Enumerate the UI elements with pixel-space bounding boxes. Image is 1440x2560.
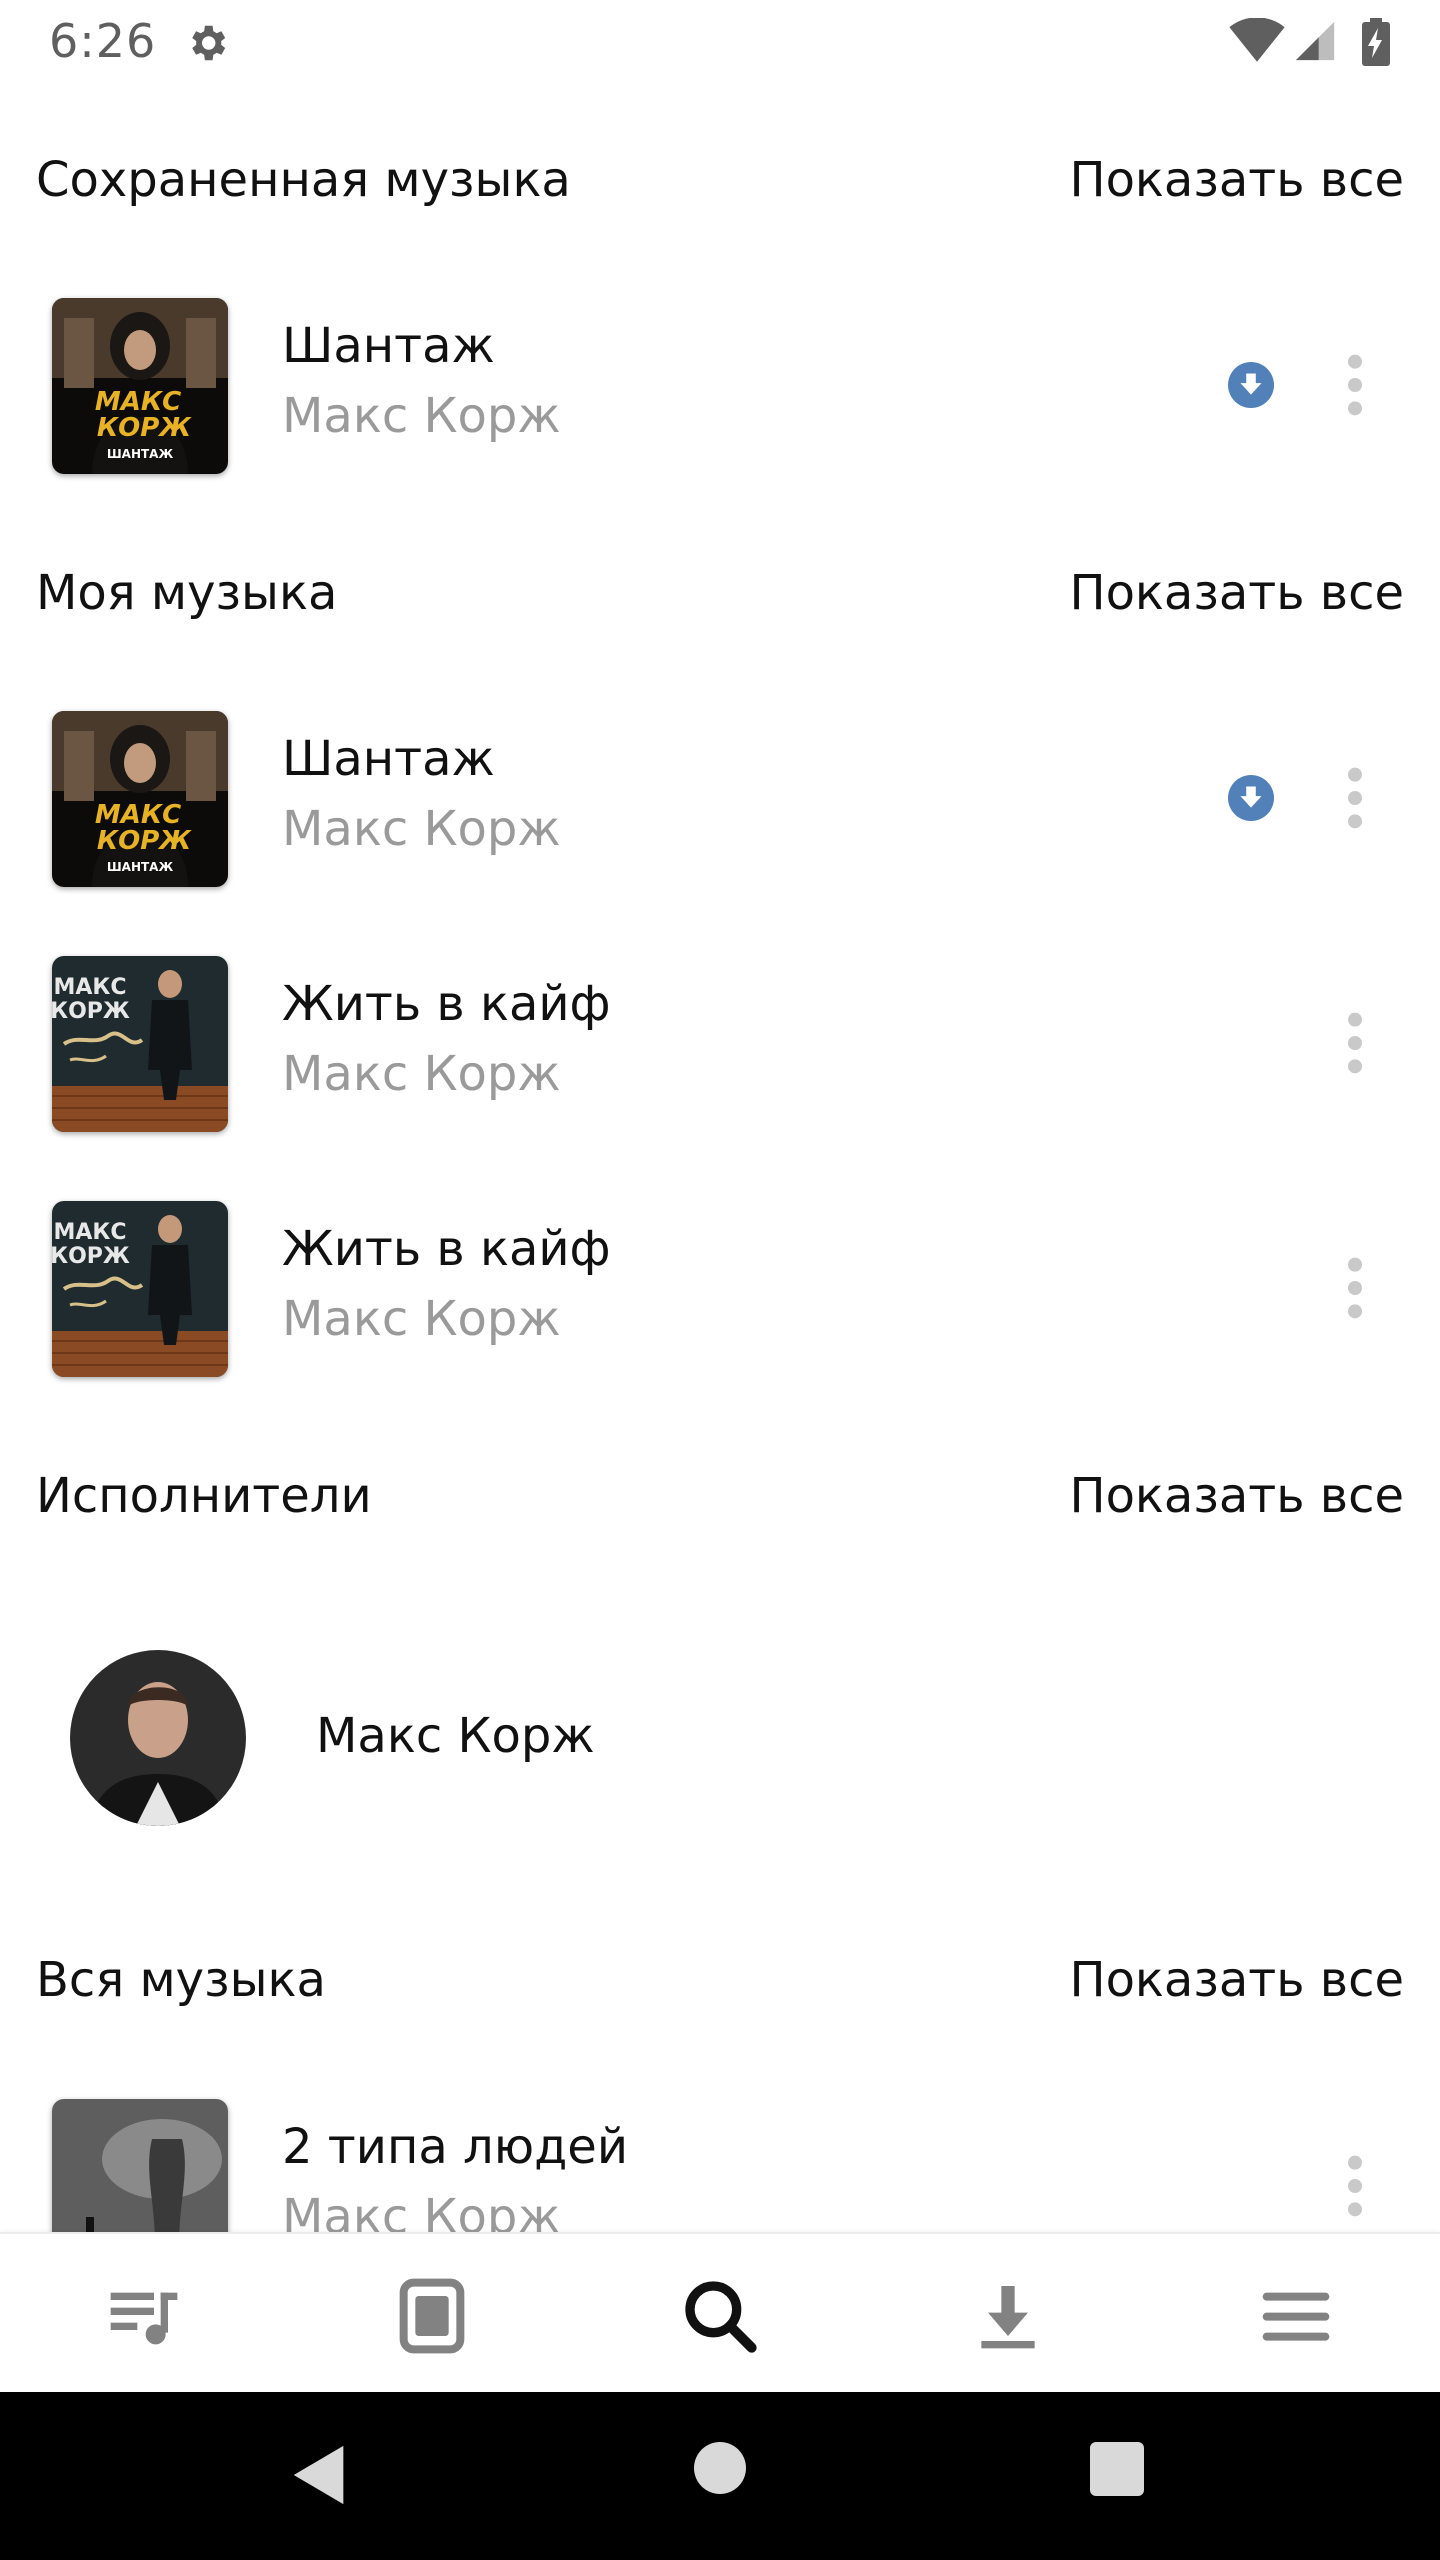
album-cover-shantazh: МАКС КОРЖ ШАНТАЖ	[52, 298, 228, 474]
track-title: 2 типа людей	[282, 2119, 629, 2175]
track-artist: Макс Корж	[282, 801, 561, 857]
downloaded-icon	[1228, 362, 1274, 408]
track-row[interactable]: МАКС КОРЖ ШАНТАЖ Шантаж Макс Корж	[0, 298, 1440, 478]
section-title-saved: Сохраненная музыка	[36, 152, 571, 208]
track-title: Шантаж	[282, 318, 495, 374]
recents-icon[interactable]	[1090, 2442, 1144, 2496]
track-row[interactable]: МАКС КОРЖ Жить в кайф Макс Корж	[0, 1201, 1440, 1381]
show-all-saved-button[interactable]: Показать все	[1069, 152, 1404, 208]
track-artist: Макс Корж	[282, 388, 561, 444]
cover-text-line1: МАКС	[53, 975, 126, 1000]
menu-icon[interactable]	[1256, 2276, 1336, 2356]
artist-name: Макс Корж	[316, 1708, 595, 1764]
show-all-all-music-button[interactable]: Показать все	[1069, 1952, 1404, 2008]
track-title: Жить в кайф	[282, 976, 611, 1032]
track-artist: Макс Корж	[282, 1291, 561, 1347]
cover-text-line2: КОРЖ	[52, 999, 130, 1024]
album-cover-2-tipa-lyudey	[52, 2099, 228, 2232]
cover-text-line1: МАКС	[53, 1220, 126, 1245]
more-options-icon[interactable]	[1340, 1253, 1370, 1323]
track-row[interactable]: МАКС КОРЖ Жить в кайф Макс Корж	[0, 956, 1440, 1136]
more-options-icon[interactable]	[1340, 763, 1370, 833]
system-navigation-bar	[0, 2392, 1440, 2560]
home-icon[interactable]	[694, 2442, 746, 2494]
artist-avatar	[70, 1650, 246, 1826]
scroll-content[interactable]: Сохраненная музыка Показать все МАКС КОР…	[0, 0, 1440, 2232]
playlist-icon[interactable]	[104, 2276, 184, 2356]
more-options-icon[interactable]	[1340, 2151, 1370, 2221]
cover-caption: ШАНТАЖ	[107, 860, 174, 874]
cover-text-line2: КОРЖ	[52, 1244, 130, 1269]
track-title: Шантаж	[282, 731, 495, 787]
section-title-my-music: Моя музыка	[36, 565, 338, 621]
library-icon[interactable]	[392, 2276, 472, 2356]
album-cover-zhit-v-kaif: МАКС КОРЖ	[52, 1201, 228, 1377]
bottom-navigation	[0, 2232, 1440, 2394]
track-artist: Макс Корж	[282, 1046, 561, 1102]
downloaded-icon	[1228, 775, 1274, 821]
download-icon[interactable]	[968, 2276, 1048, 2356]
show-all-artists-button[interactable]: Показать все	[1069, 1468, 1404, 1524]
track-row[interactable]: 2 типа людей Макс Корж	[0, 2099, 1440, 2232]
track-artist: Макс Корж	[282, 2189, 561, 2232]
search-icon[interactable]	[680, 2276, 760, 2356]
track-title: Жить в кайф	[282, 1221, 611, 1277]
back-icon[interactable]	[285, 2440, 355, 2510]
more-options-icon[interactable]	[1340, 350, 1370, 420]
artist-row[interactable]: Макс Корж	[0, 1650, 1440, 1830]
album-cover-shantazh: МАКС КОРЖ ШАНТАЖ	[52, 711, 228, 887]
section-title-artists: Исполнители	[36, 1468, 372, 1524]
more-options-icon[interactable]	[1340, 1008, 1370, 1078]
cover-text-line2: КОРЖ	[97, 413, 192, 443]
track-row[interactable]: МАКС КОРЖ ШАНТАЖ Шантаж Макс Корж	[0, 711, 1440, 891]
section-title-all-music: Вся музыка	[36, 1952, 326, 2008]
show-all-my-music-button[interactable]: Показать все	[1069, 565, 1404, 621]
cover-text-line2: КОРЖ	[97, 826, 192, 856]
album-cover-zhit-v-kaif: МАКС КОРЖ	[52, 956, 228, 1132]
cover-caption: ШАНТАЖ	[107, 447, 174, 461]
